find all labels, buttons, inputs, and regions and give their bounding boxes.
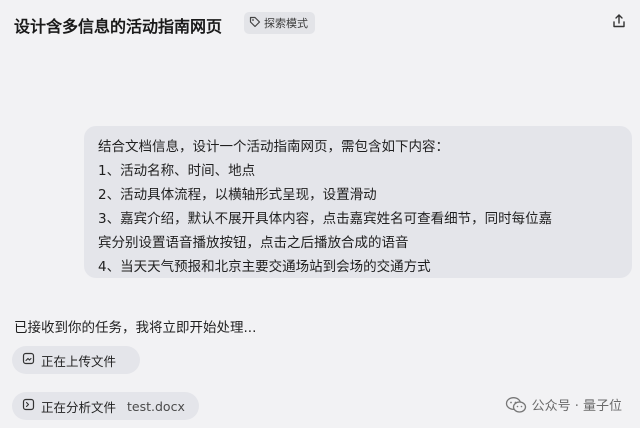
upload-step-label: 正在上传文件	[41, 353, 117, 369]
watermark: 公众号 · 量子位	[505, 395, 622, 414]
file-icon	[22, 352, 35, 368]
upload-step-chip[interactable]: 正在上传文件	[12, 346, 140, 374]
share-icon	[611, 13, 627, 33]
user-message-line: 2、活动具体流程，以横轴形式呈现，设置滑动	[98, 187, 377, 203]
tag-icon	[249, 16, 261, 31]
user-message-bubble: 结合文档信息，设计一个活动指南网页，需包含如下内容： 1、活动名称、时间、地点 …	[84, 126, 632, 278]
chat-header: 设计含多信息的活动指南网页 探索模式	[0, 0, 640, 46]
assistant-ack-text: 已接收到你的任务，我将立即开始处理...	[14, 320, 257, 336]
mode-badge[interactable]: 探索模式	[244, 12, 315, 34]
analyze-step-chip[interactable]: 正在分析文件 test.docx	[12, 392, 199, 420]
share-button[interactable]	[610, 14, 628, 32]
file-icon	[22, 398, 35, 414]
user-message-line: 4、当天天气预报和北京主要交通场站到会场的交通方式	[98, 259, 431, 275]
user-message-line: 结合文档信息，设计一个活动指南网页，需包含如下内容：	[98, 139, 449, 155]
watermark-text: 公众号 · 量子位	[531, 399, 622, 414]
user-message-line: 1、活动名称、时间、地点	[98, 163, 256, 179]
analyze-step-filename: test.docx	[127, 398, 185, 414]
user-message-line: 宾分别设置语音播放按钮，点击之后播放合成的语音	[98, 235, 409, 251]
user-message-line: 3、嘉宾介绍，默认不展开具体内容，点击嘉宾姓名可查看细节，同时每位嘉	[98, 211, 553, 227]
mode-badge-label: 探索模式	[264, 17, 308, 30]
wechat-icon	[505, 396, 527, 414]
analyze-step-label: 正在分析文件	[41, 399, 117, 415]
page-title: 设计含多信息的活动指南网页	[14, 17, 223, 36]
